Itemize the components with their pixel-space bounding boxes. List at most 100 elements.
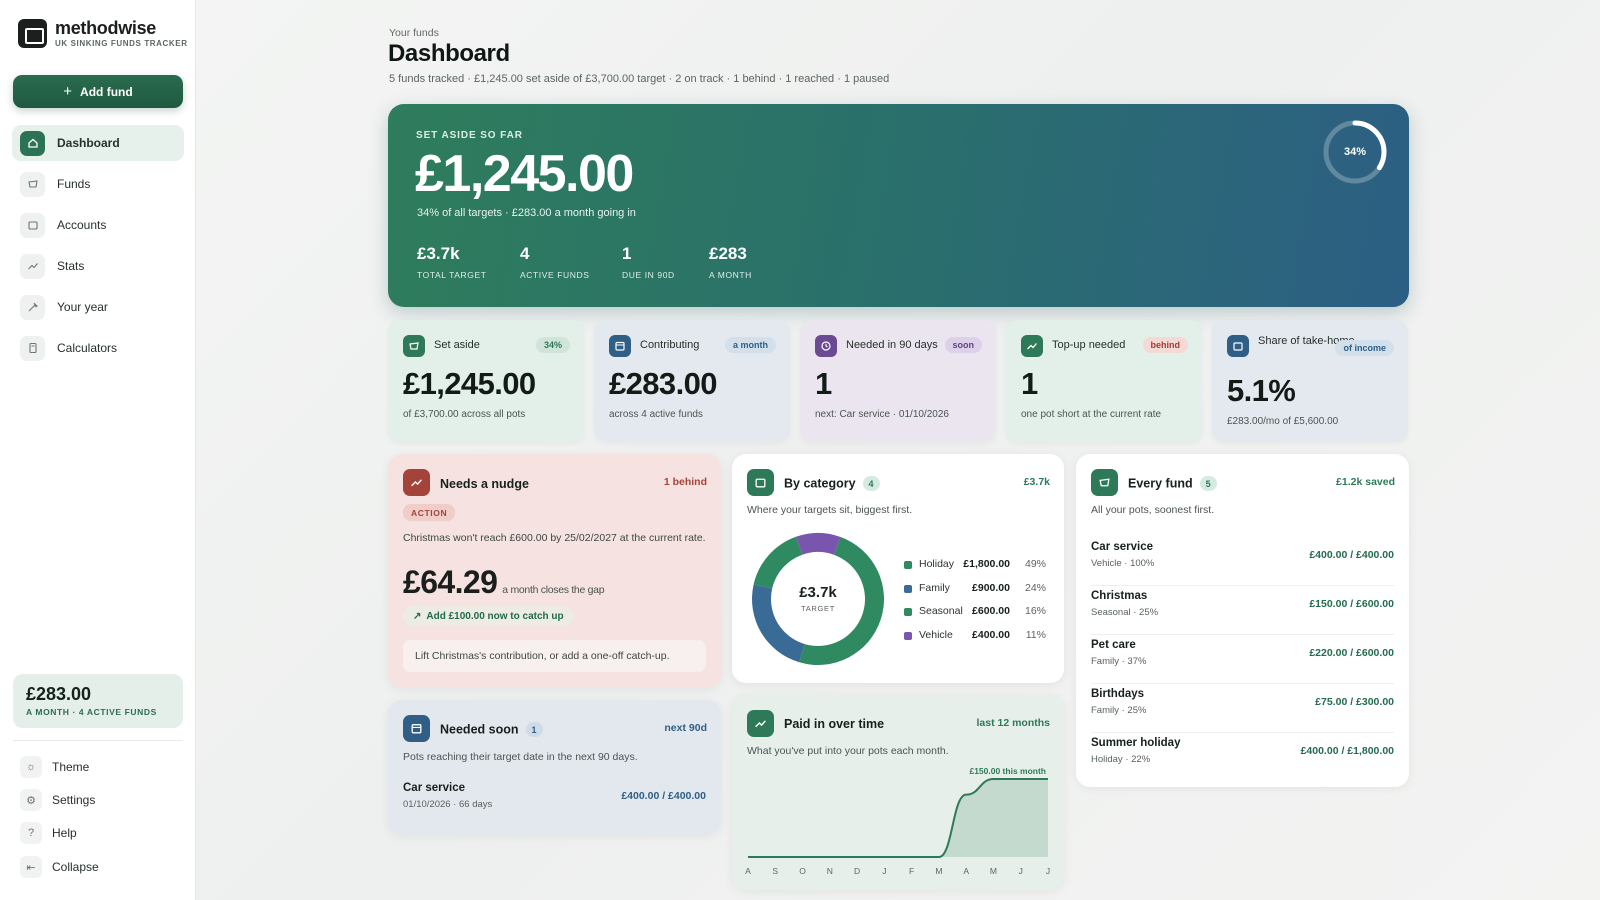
hero-card: SET ASIDE SO FAR £1,245.00 34% of all ta… <box>388 104 1409 307</box>
stat-footnote: £283.00/mo of £5,600.00 <box>1227 416 1339 427</box>
legend-amount: £600.00 <box>972 605 1010 617</box>
catch-up-label: Add £100.00 now to catch up <box>426 610 564 622</box>
wallet-icon <box>747 469 774 496</box>
legend-swatch <box>904 608 912 616</box>
nav-label: Calculators <box>57 341 118 355</box>
category-description: Where your targets sit, biggest first. <box>747 504 913 516</box>
hero-stat-total-target: £3.7k TOTAL TARGET <box>417 244 487 280</box>
every-fund-card: Every fund 5 £1.2k saved All your pots, s… <box>1076 454 1409 787</box>
stat-badge: behind <box>1142 337 1188 353</box>
help-button[interactable]: ? Help <box>20 820 180 846</box>
nudge-card: Needs a nudge 1 behind ACTION Christmas … <box>388 454 721 688</box>
footer-label: Help <box>52 826 77 840</box>
needed-soon-range: next 90d <box>664 722 707 734</box>
fund-row[interactable]: Pet care Family · 37% £220.00 / £600.00 <box>1091 636 1394 684</box>
wallet-icon <box>1227 335 1249 357</box>
fund-row[interactable]: Birthdays Family · 25% £75.00 / £300.00 <box>1091 685 1394 733</box>
piggy-bank-icon <box>20 171 45 197</box>
nav-label: Accounts <box>57 218 107 232</box>
stat-card: Share of take-home of income 5.1% £283.00/m… <box>1212 320 1408 442</box>
progress-ring-label: 34% <box>1343 146 1367 158</box>
sidebar: methodwise UK SINKING FUNDS TRACKER + Ad… <box>0 0 196 900</box>
nudge-title: Needs a nudge <box>440 477 529 491</box>
paid-in-chart: £150.00 this month <box>748 766 1048 858</box>
add-fund-button[interactable]: + Add fund <box>13 75 183 108</box>
page-kicker: Your funds <box>389 27 439 39</box>
legend-percent: 11% <box>1025 628 1046 641</box>
hero-stat-monthly: £283 A MONTH <box>709 244 752 280</box>
nav-label: Stats <box>57 259 85 273</box>
stat-badge: 34% <box>535 337 570 353</box>
count-badge: 5 <box>1199 476 1217 491</box>
legend-item: Vehicle £400.00 11% <box>904 628 1052 644</box>
piggy-bank-icon <box>403 335 425 357</box>
calendar-icon <box>609 335 631 357</box>
sun-icon: ☼ <box>20 756 42 778</box>
hero-stat-value: 1 <box>622 244 632 263</box>
stat-footnote: one pot short at the current rate <box>1021 409 1162 420</box>
fund-name: Christmas <box>1091 590 1148 602</box>
legend-amount: £400.00 <box>972 628 1010 641</box>
trend-icon <box>20 253 45 279</box>
legend-swatch <box>904 584 912 593</box>
collapse-button[interactable]: ⇤ Collapse <box>20 854 180 880</box>
paid-in-description: What you've put into your pots each mont… <box>747 745 949 757</box>
fund-row[interactable]: Summer holiday Holiday · 22% £400.00 / £1,… <box>1091 734 1394 782</box>
fund-name: Car service <box>1091 541 1154 553</box>
hero-stat-value: 4 <box>520 244 530 263</box>
divider <box>13 740 183 741</box>
help-icon: ? <box>20 822 42 844</box>
fund-amount: £150.00 / £600.00 <box>1309 598 1394 610</box>
hero-stat-value: £283 <box>709 244 747 263</box>
needed-soon-card: Needed soon 1 next 90d Pots reaching thei… <box>388 700 721 835</box>
nav-item-funds[interactable]: Funds <box>12 166 184 202</box>
settings-button[interactable]: ⚙ Settings <box>20 787 180 813</box>
fund-amount: £400.00 / £400.00 <box>621 790 706 802</box>
x-tick-label: J <box>1045 866 1051 876</box>
stat-label: Contributing <box>640 339 700 351</box>
nav-item-your-year[interactable]: Your year <box>12 289 184 325</box>
legend-item: Seasonal £600.00 16% <box>904 604 1052 620</box>
nav-item-dashboard[interactable]: Dashboard <box>12 125 184 161</box>
nudge-tip: Lift Christmas's contribution, or add a … <box>403 640 706 672</box>
gear-icon: ⚙ <box>20 789 42 811</box>
stat-badge: soon <box>944 337 982 353</box>
stat-value: 1 <box>815 366 832 401</box>
fund-row[interactable]: Christmas Seasonal · 25% £150.00 / £600.00 <box>1091 587 1394 635</box>
by-category-title: By category 4 <box>784 476 880 491</box>
list-item[interactable]: Car service 01/10/2026 · 66 days £400.00… <box>403 779 706 827</box>
hero-stat-active-funds: 4 ACTIVE FUNDS <box>520 244 590 280</box>
legend-name: Seasonal <box>919 605 963 617</box>
nudge-amount-note: a month closes the gap <box>502 584 605 596</box>
theme-button[interactable]: ☼ Theme <box>20 754 180 780</box>
catch-up-link[interactable]: ↗ Add £100.00 now to catch up <box>403 606 574 626</box>
needed-soon-title-text: Needed soon <box>440 722 519 737</box>
clock-icon <box>815 335 837 357</box>
legend-percent: 16% <box>1024 605 1046 617</box>
x-tick-label: J <box>1018 866 1023 876</box>
nav-item-calculators[interactable]: Calculators <box>12 330 184 366</box>
nav-item-accounts[interactable]: Accounts <box>12 207 184 243</box>
x-tick-label: J <box>882 866 887 876</box>
fund-meta: Vehicle · 100% <box>1091 558 1155 569</box>
fund-meta: Family · 25% <box>1091 705 1147 716</box>
x-tick-label: M <box>935 866 943 876</box>
by-category-title-text: By category <box>784 476 856 491</box>
x-tick-label: D <box>854 866 861 876</box>
plus-icon: + <box>63 83 73 100</box>
paid-in-range: last 12 months <box>976 717 1050 729</box>
hero-stat-label: ACTIVE FUNDS <box>520 270 590 280</box>
monthly-amount: £283.00 <box>26 684 92 704</box>
stat-footnote: next: Car service · 01/10/2026 <box>815 409 949 420</box>
fund-amount: £75.00 / £300.00 <box>1315 696 1394 708</box>
fund-row[interactable]: Car service Vehicle · 100% £400.00 / £400.… <box>1091 538 1394 586</box>
trend-icon <box>403 469 430 496</box>
nav-item-stats[interactable]: Stats <box>12 248 184 284</box>
stat-label: Top-up needed <box>1052 339 1126 351</box>
home-icon <box>20 130 45 156</box>
hero-stat-due: 1 DUE IN 90D <box>622 244 675 280</box>
stat-label: Set aside <box>434 339 480 351</box>
action-tag: ACTION <box>403 504 456 521</box>
every-fund-title: Every fund 5 <box>1128 476 1217 491</box>
stat-card: Needed in 90 days soon 1 next: Car service … <box>800 320 996 442</box>
